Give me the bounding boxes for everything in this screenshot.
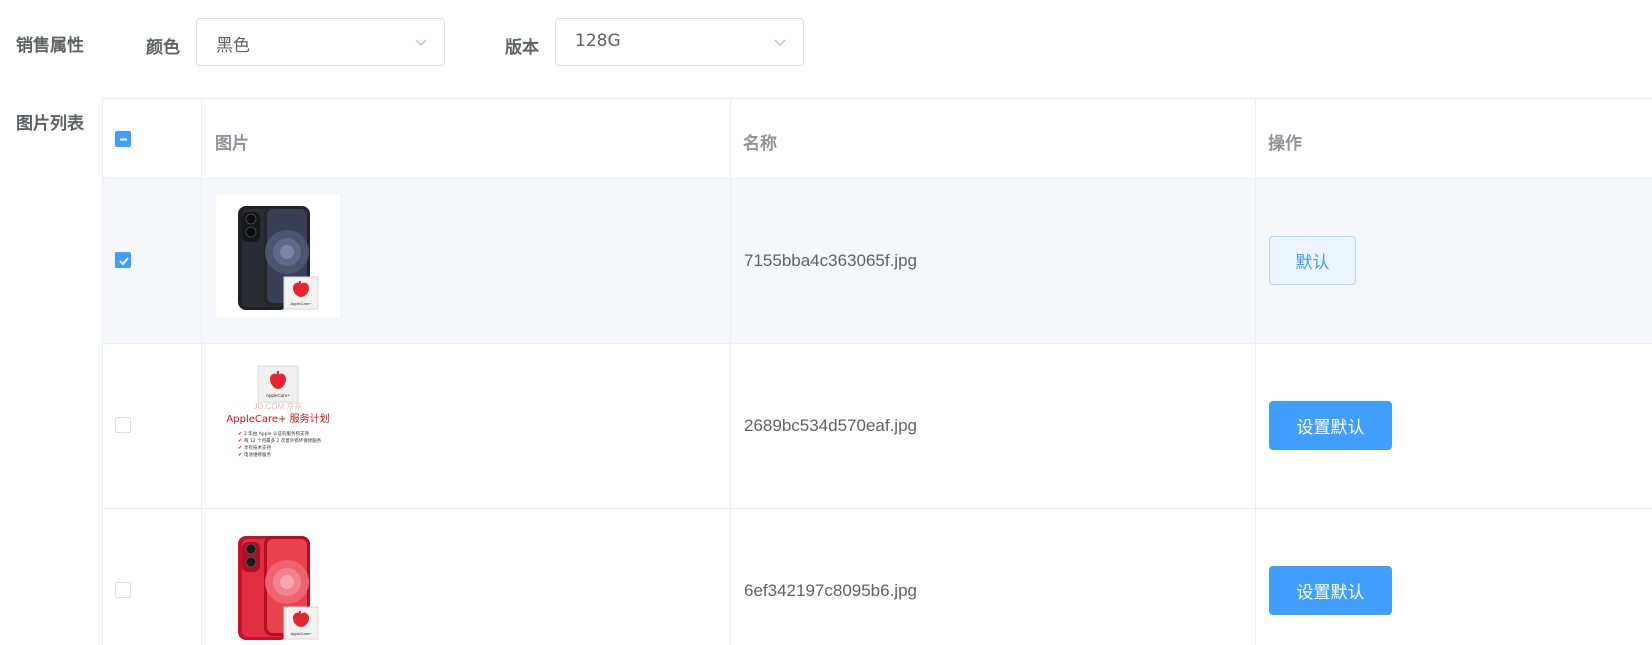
table-row: AppleCare+ 6ef342197c8095b6.jpg 设置默认 bbox=[103, 509, 1652, 645]
svg-text:✔: ✔ bbox=[238, 438, 242, 444]
column-header-name: 名称 bbox=[743, 134, 777, 154]
table-row: AppleCare+ 7155bba4c363065f.jpg 默认 bbox=[103, 179, 1652, 344]
svg-text:AppleCare+: AppleCare+ bbox=[290, 301, 312, 306]
select-all-checkbox[interactable] bbox=[115, 131, 131, 147]
plan-line: 2 年由 Apple 认证的服务和支持 bbox=[244, 430, 309, 437]
column-divider bbox=[201, 99, 202, 645]
column-divider bbox=[730, 99, 731, 645]
default-button[interactable]: 默认 bbox=[1269, 236, 1356, 285]
chevron-down-icon bbox=[774, 39, 786, 47]
svg-text:✔: ✔ bbox=[238, 452, 242, 458]
file-name: 2689bc534d570eaf.jpg bbox=[744, 416, 917, 435]
set-default-button[interactable]: 设置默认 bbox=[1269, 401, 1392, 450]
image-list-label: 图片列表 bbox=[16, 114, 84, 134]
applecare-plan-title: AppleCare+ 服务计划 bbox=[226, 412, 329, 425]
plan-line: 享有技术支持 bbox=[244, 444, 271, 451]
svg-text:✔: ✔ bbox=[238, 445, 242, 451]
color-select[interactable]: 黑色 bbox=[196, 18, 445, 66]
plan-line: 电池维修服务 bbox=[244, 451, 271, 458]
iphone-red-applecare-image[interactable]: AppleCare+ bbox=[216, 524, 340, 645]
version-label: 版本 bbox=[505, 38, 539, 58]
jd-site-text: JD.COM 京东 bbox=[254, 401, 303, 411]
row-checkbox[interactable] bbox=[115, 252, 131, 268]
row-checkbox[interactable] bbox=[115, 582, 131, 598]
row-checkbox[interactable] bbox=[115, 417, 131, 433]
sales-attr-label: 销售属性 bbox=[16, 36, 84, 56]
column-header-action: 操作 bbox=[1268, 134, 1302, 154]
column-divider bbox=[1255, 99, 1256, 645]
image-table: 图片 名称 操作 AppleCare+ 7155bba4c363065f.jpg… bbox=[102, 98, 1652, 645]
file-name: 7155bba4c363065f.jpg bbox=[744, 251, 917, 270]
column-header-image: 图片 bbox=[215, 134, 249, 154]
iphone-black-applecare-image[interactable]: AppleCare+ bbox=[216, 194, 340, 318]
applecare-plan-icon: AppleCare+ JD.COM 京东 AppleCare+ 服务计划 ✔ 2… bbox=[216, 364, 340, 488]
sku-form: 销售属性 颜色 黑色 版本 128G 图片列表 图片 名称 操作 AppleCa… bbox=[0, 0, 1652, 645]
minus-icon bbox=[120, 138, 127, 141]
version-select[interactable]: 128G bbox=[555, 18, 804, 66]
svg-text:✔: ✔ bbox=[238, 431, 242, 437]
color-select-value: 黑色 bbox=[216, 36, 250, 56]
check-icon bbox=[119, 257, 129, 266]
plan-line: 每 12 个月最多 2 次意外损坏保修服务 bbox=[244, 437, 322, 444]
table-header: 图片 名称 操作 bbox=[103, 99, 1652, 179]
table-row: AppleCare+ JD.COM 京东 AppleCare+ 服务计划 ✔ 2… bbox=[103, 344, 1652, 509]
applecare-badge: AppleCare+ bbox=[266, 393, 290, 398]
color-label: 颜色 bbox=[146, 38, 180, 58]
file-name: 6ef342197c8095b6.jpg bbox=[744, 581, 917, 600]
iphone-red-icon: AppleCare+ bbox=[216, 524, 340, 645]
iphone-black-icon: AppleCare+ bbox=[216, 194, 340, 318]
chevron-down-icon bbox=[415, 39, 427, 47]
set-default-button[interactable]: 设置默认 bbox=[1269, 566, 1392, 615]
applecare-service-plan-image[interactable]: AppleCare+ JD.COM 京东 AppleCare+ 服务计划 ✔ 2… bbox=[216, 364, 340, 488]
svg-text:AppleCare+: AppleCare+ bbox=[290, 631, 312, 636]
version-select-value: 128G bbox=[575, 31, 621, 51]
